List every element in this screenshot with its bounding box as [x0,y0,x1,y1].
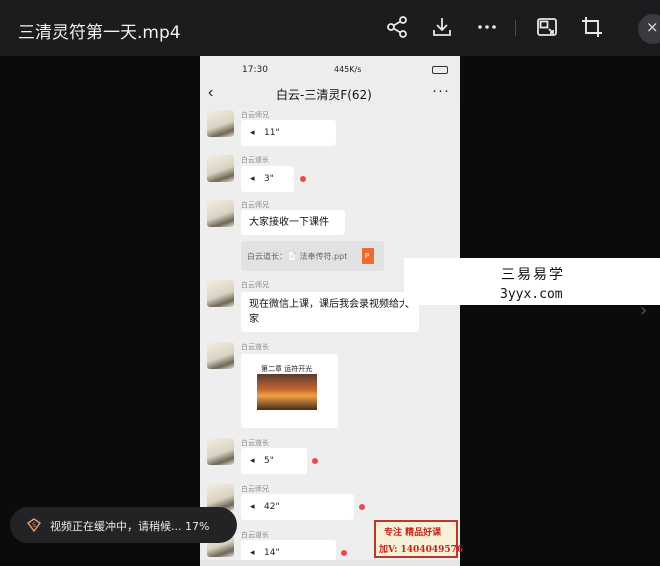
voice-wave-icon: ◂ [250,128,255,138]
sender-name: 白云道长 [241,439,269,447]
toolbar-divider [515,20,516,36]
status-network-speed: 445K/s [334,65,362,74]
watermark: 三易易学 3yyx.com [404,258,660,305]
back-arrow-icon: ‹ [208,84,214,101]
status-time: 17:30 [242,65,268,75]
svg-text:S: S [32,522,36,529]
player-top-bar: 三清灵符第一天.mp4 × [0,0,660,56]
image-caption: 第二章 运符开光 [261,365,313,373]
chat-title: 白云-三清灵F(62) [276,88,372,102]
buffering-icon: S [27,518,41,532]
voice-message: ◂ 42" [241,494,354,520]
unread-dot [312,458,318,464]
sender-name: 白云师兄 [241,485,269,493]
sender-name: 白云道长 [241,531,269,539]
voice-duration: 3" [264,174,274,184]
input-bar [200,560,460,566]
file-message: 白云道长：📄 法奉传符.ppt P [241,241,384,271]
unread-dot [359,504,365,510]
phone-status-bar: 17:30 445K/s [200,56,460,80]
voice-duration: 5" [264,456,274,466]
picture-in-picture-icon[interactable] [535,15,559,39]
close-icon: × [646,18,659,36]
voice-duration: 11" [264,128,280,138]
file-name: 白云道长：📄 法奉传符.ppt [247,252,348,261]
voice-duration: 14" [264,548,280,558]
avatar [207,280,234,307]
share-icon[interactable] [385,15,409,39]
ppt-file-icon: P [362,248,374,264]
sender-name: 白云道长 [241,156,269,164]
download-icon[interactable] [430,15,454,39]
next-video-arrow-icon[interactable]: › [640,300,647,321]
voice-duration: 42" [264,502,280,512]
crop-icon[interactable] [580,15,604,39]
buffering-toast: S 视频正在缓冲中，请稍候... 17% [10,507,237,543]
avatar [207,110,234,137]
more-icon[interactable] [475,15,499,39]
voice-wave-icon: ◂ [250,502,255,512]
voice-wave-icon: ◂ [250,548,255,558]
buffering-text: 视频正在缓冲中，请稍候... 17% [50,520,210,533]
voice-wave-icon: ◂ [250,174,255,184]
chat-header: ‹ 白云-三清灵F(62) ··· [200,80,460,108]
sender-name: 白云师兄 [241,281,269,289]
ad-seal-line2: 加V: 1404049576 [379,545,464,555]
voice-wave-icon: ◂ [250,456,255,466]
watermark-line2: 3yyx.com [500,287,563,302]
image-message: 第二章 运符开光 [241,354,338,428]
avatar [207,200,234,227]
sender-name: 白云道长 [241,343,269,351]
avatar [207,438,234,465]
video-frame[interactable]: 17:30 445K/s ‹ 白云-三清灵F(62) ··· 白云师兄 ◂ 11… [200,56,460,566]
text-message: 大家接收一下课件 [241,210,345,235]
avatar [207,155,234,182]
voice-message: ◂ 5" [241,448,307,474]
ad-seal: 专注 精品好课 加V: 1404049576 [374,520,463,558]
video-title: 三清灵符第一天.mp4 [18,23,181,43]
watermark-line1: 三易易学 [501,267,565,283]
text-message: 现在微信上课，课后我会录视频给大家 [241,292,419,332]
sender-name: 白云师兄 [241,111,269,119]
avatar [207,342,234,369]
sunset-picture [257,374,317,410]
unread-dot [300,176,306,182]
sender-name: 白云师兄 [241,201,269,209]
chat-more-icon: ··· [432,82,450,99]
battery-icon [432,66,448,74]
close-button[interactable]: × [638,14,660,44]
voice-message: ◂ 11" [241,120,336,146]
unread-dot [341,550,347,556]
ad-seal-line1: 专注 精品好课 [384,528,442,538]
voice-message: ◂ 3" [241,166,294,192]
